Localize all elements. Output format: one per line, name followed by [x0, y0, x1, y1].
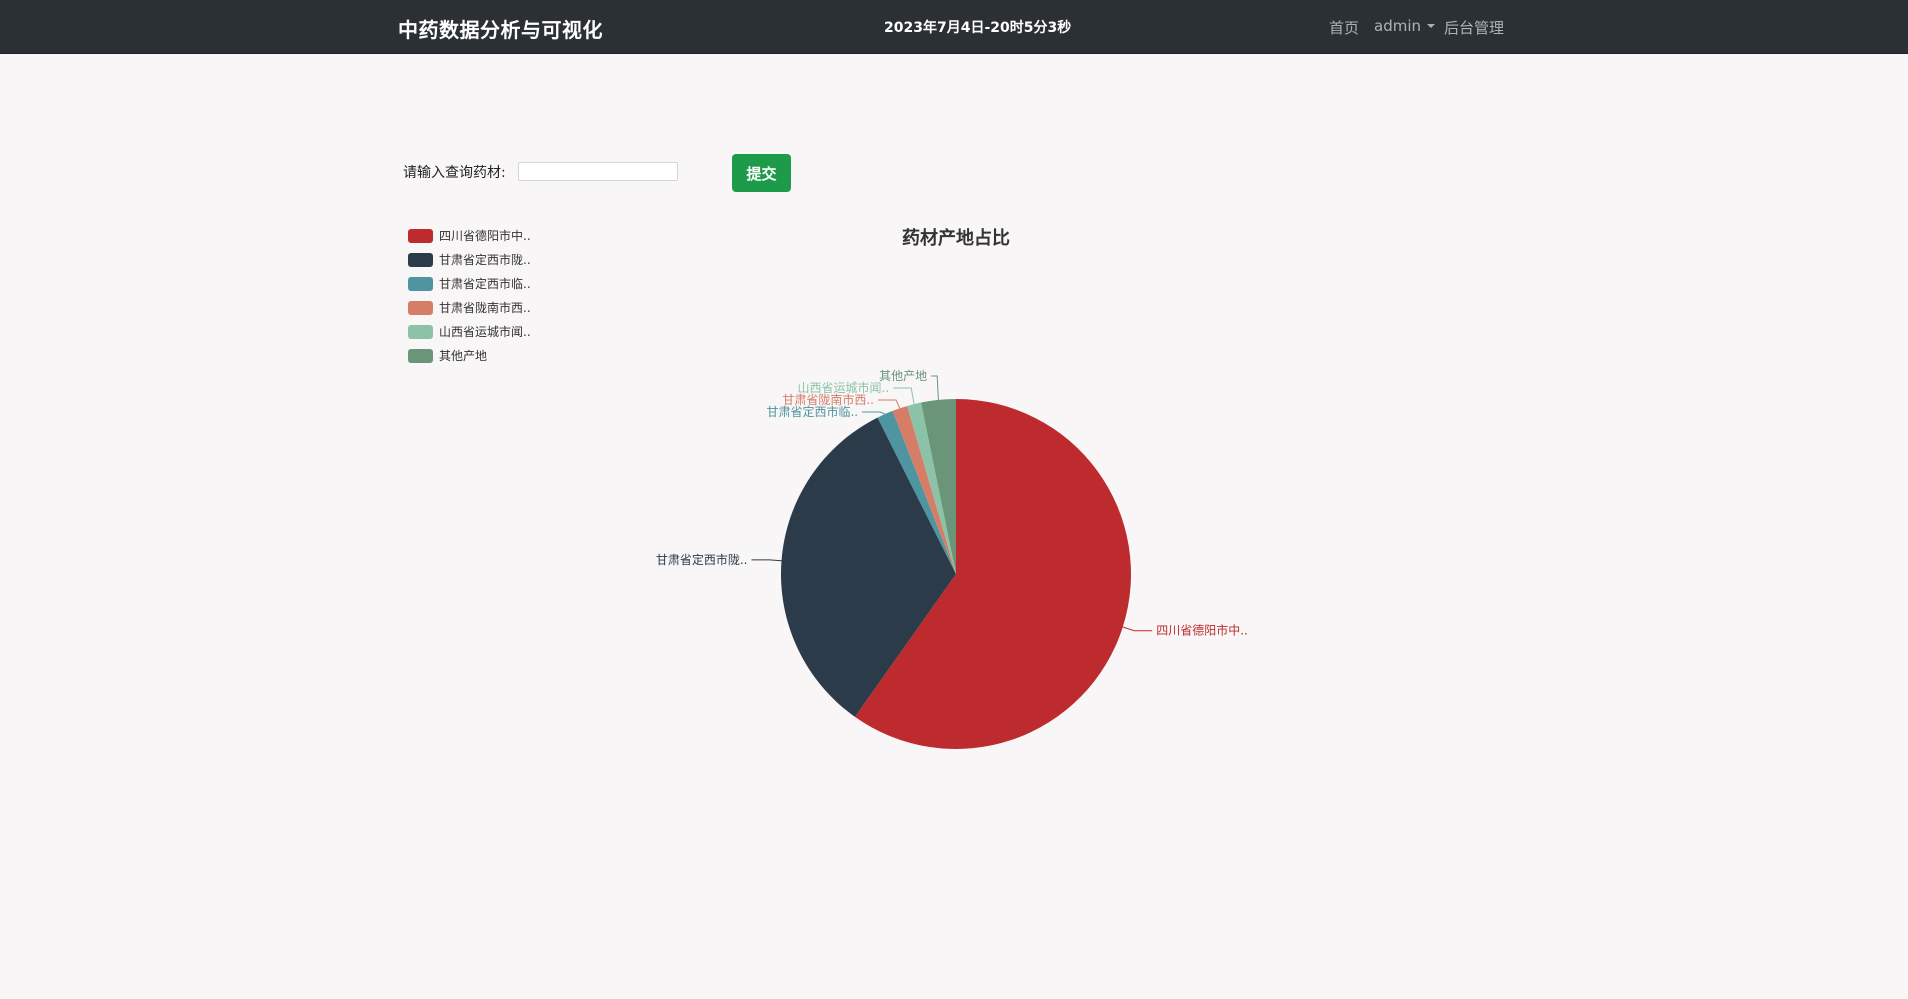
pie-label: 四川省德阳市中.. [1156, 623, 1248, 638]
legend-label[interactable]: 甘肃省定西市临.. [439, 276, 531, 291]
legend-swatch[interactable] [408, 277, 433, 291]
legend-label[interactable]: 四川省德阳市中.. [439, 228, 531, 243]
pie-label-line [1122, 626, 1153, 632]
legend-label[interactable]: 其他产地 [439, 349, 487, 363]
legend-swatch[interactable] [408, 253, 433, 267]
pie-label: 甘肃省定西市陇.. [656, 552, 748, 567]
legend-swatch[interactable] [408, 325, 433, 339]
pie-label: 其他产地 [879, 369, 927, 383]
legend-swatch[interactable] [408, 229, 433, 243]
pie-label-line [931, 375, 939, 400]
legend-swatch[interactable] [408, 301, 433, 315]
chart-legend: 四川省德阳市中.. 甘肃省定西市陇.. 甘肃省定西市临.. 甘肃省陇南市西.. 山西省运… [408, 228, 531, 363]
pie-label-line [751, 559, 782, 562]
pie-slices [780, 399, 1131, 749]
pie-label: 山西省运城市闻.. [798, 380, 890, 395]
legend-label[interactable]: 山西省运城市闻.. [439, 324, 531, 339]
legend-label[interactable]: 甘肃省定西市陇.. [439, 252, 531, 267]
legend-label[interactable]: 甘肃省陇南市西.. [439, 300, 531, 315]
pie-label-line [862, 411, 886, 415]
legend-swatch[interactable] [408, 349, 433, 363]
origin-pie-chart: 药材产地占比 四川省德阳市中.. 甘肃省定西市陇.. 甘肃省定西市临.. 甘肃省陇南市… [408, 227, 1248, 749]
pie-label-line [878, 399, 901, 409]
chart-title: 药材产地占比 [902, 227, 1010, 249]
